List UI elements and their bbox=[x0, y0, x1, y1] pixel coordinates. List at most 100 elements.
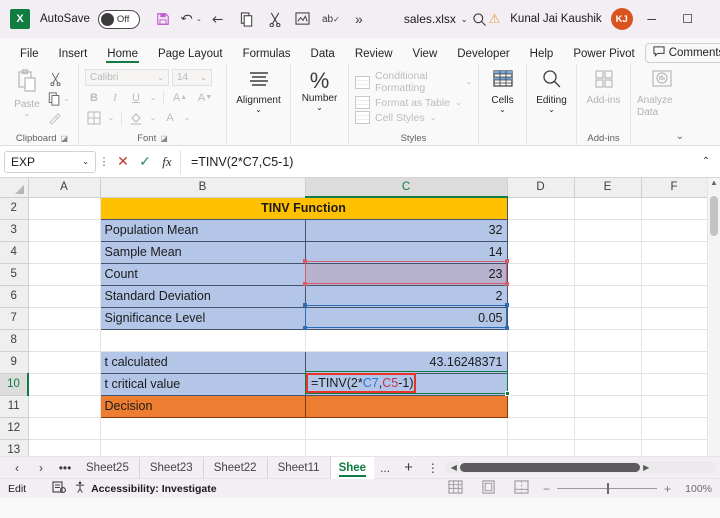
tab-insert[interactable]: Insert bbox=[49, 46, 98, 64]
cell-b7[interactable]: Significance Level bbox=[99, 306, 306, 330]
accessibility-status[interactable]: Accessibility: Investigate bbox=[74, 481, 217, 496]
decrease-font-size-button[interactable]: A ▼ bbox=[194, 89, 216, 106]
cell-b2-title[interactable]: TINV Function bbox=[99, 196, 508, 220]
all-sheets-icon[interactable]: ••• bbox=[54, 461, 76, 475]
undo-icon[interactable]: ⌄ bbox=[178, 6, 204, 32]
cell-d5[interactable] bbox=[507, 263, 575, 286]
addins-button[interactable]: Add-ins bbox=[583, 67, 624, 106]
font-color-button[interactable]: A bbox=[161, 109, 179, 126]
record-macro-icon[interactable] bbox=[52, 481, 67, 496]
borders-button[interactable] bbox=[85, 109, 103, 126]
cell-b10[interactable]: t critical value bbox=[99, 372, 306, 396]
minimize-button[interactable]: ─ bbox=[635, 4, 669, 34]
cell-c6[interactable]: 2 bbox=[304, 284, 508, 308]
row-header-12[interactable]: 12 bbox=[0, 417, 29, 440]
tab-page-layout[interactable]: Page Layout bbox=[148, 46, 233, 64]
sheet-tab-sheet22[interactable]: Sheet22 bbox=[204, 456, 268, 479]
bold-button[interactable]: B bbox=[85, 89, 103, 106]
row-header-6[interactable]: 6 bbox=[0, 285, 29, 308]
underline-chevron-icon[interactable]: ⌄ bbox=[148, 89, 158, 106]
page-break-preview-icon[interactable] bbox=[514, 480, 529, 497]
cut-icon[interactable] bbox=[262, 6, 288, 32]
cell-e5[interactable] bbox=[574, 263, 642, 286]
cell-f6[interactable] bbox=[641, 285, 708, 308]
conditional-formatting-button[interactable]: Conditional Formatting ⌄ bbox=[355, 70, 472, 94]
cell-a12[interactable] bbox=[28, 417, 101, 440]
cancel-icon[interactable]: ✕ bbox=[112, 153, 134, 170]
zoom-slider-knob[interactable] bbox=[606, 483, 609, 494]
row-header-3[interactable]: 3 bbox=[0, 219, 29, 242]
cell-f8[interactable] bbox=[641, 329, 708, 352]
cell-e11[interactable] bbox=[574, 395, 642, 418]
cell-e12[interactable] bbox=[574, 417, 642, 440]
cell-f13[interactable] bbox=[641, 439, 708, 456]
copy-icon[interactable] bbox=[234, 6, 260, 32]
comments-button[interactable]: Comments bbox=[644, 43, 720, 63]
scroll-right-icon[interactable]: ▶ bbox=[640, 463, 652, 472]
sheet-tab-sheet25[interactable]: Sheet25 bbox=[76, 456, 140, 479]
cell-a9[interactable] bbox=[28, 351, 101, 374]
formula-input[interactable]: =TINV(2*C7,C5-1) bbox=[180, 149, 696, 174]
analyze-data-button[interactable]: Analyze Data bbox=[637, 67, 686, 119]
cell-f10[interactable] bbox=[641, 373, 708, 396]
font-name-combo[interactable]: Calibri ⌄ bbox=[85, 69, 169, 86]
cell-d3[interactable] bbox=[507, 219, 575, 242]
select-all-corner[interactable] bbox=[0, 178, 29, 198]
cell-c9[interactable]: 43.16248371 bbox=[304, 350, 508, 374]
zoom-level-label[interactable]: 100% bbox=[678, 483, 712, 495]
cell-a7[interactable] bbox=[28, 307, 101, 330]
tab-formulas[interactable]: Formulas bbox=[233, 46, 301, 64]
save-icon[interactable] bbox=[150, 6, 176, 32]
clipboard-dialog-launcher-icon[interactable]: ◪ bbox=[61, 134, 69, 143]
cell-d4[interactable] bbox=[507, 241, 575, 264]
cell-d6[interactable] bbox=[507, 285, 575, 308]
tab-developer[interactable]: Developer bbox=[447, 46, 519, 64]
row-header-7[interactable]: 7 bbox=[0, 307, 29, 330]
cell-b12[interactable] bbox=[100, 417, 306, 440]
vertical-scroll-thumb[interactable] bbox=[710, 196, 718, 236]
column-header-e[interactable]: E bbox=[574, 178, 642, 198]
row-header-4[interactable]: 4 bbox=[0, 241, 29, 264]
cell-a4[interactable] bbox=[28, 241, 101, 264]
cell-c4[interactable]: 14 bbox=[304, 240, 508, 264]
cell-d12[interactable] bbox=[507, 417, 575, 440]
cell-e9[interactable] bbox=[574, 351, 642, 374]
cell-c7[interactable]: 0.05 bbox=[304, 306, 508, 330]
search-icon[interactable] bbox=[472, 12, 487, 27]
tab-home[interactable]: Home bbox=[97, 46, 148, 64]
cell-d9[interactable] bbox=[507, 351, 575, 374]
cell-a10[interactable] bbox=[28, 373, 101, 396]
horizontal-scroll-thumb[interactable] bbox=[459, 463, 641, 472]
cell-b9[interactable]: t calculated bbox=[99, 350, 306, 374]
autosave-toggle[interactable]: Off bbox=[97, 9, 140, 29]
font-color-chevron-icon[interactable]: ⌄ bbox=[182, 109, 192, 126]
cell-c3[interactable]: 32 bbox=[304, 218, 508, 242]
close-button[interactable]: ✕ bbox=[707, 4, 720, 34]
cell-e6[interactable] bbox=[574, 285, 642, 308]
tab-data[interactable]: Data bbox=[301, 46, 345, 64]
avatar[interactable]: KJ bbox=[610, 8, 633, 30]
underline-button[interactable]: U bbox=[127, 89, 145, 106]
cell-e8[interactable] bbox=[574, 329, 642, 352]
sheet-tabs-menu-icon[interactable]: ⋮ bbox=[421, 461, 445, 475]
cell-f4[interactable] bbox=[641, 241, 708, 264]
insert-function-icon[interactable]: fx bbox=[156, 154, 178, 170]
scroll-left-icon[interactable]: ◀ bbox=[448, 463, 460, 472]
tab-file[interactable]: File bbox=[10, 46, 49, 64]
cell-b6[interactable]: Standard Deviation bbox=[99, 284, 306, 308]
sheet-tab-active[interactable]: Shee bbox=[330, 456, 375, 479]
cell-a3[interactable] bbox=[28, 219, 101, 242]
fill-color-chevron-icon[interactable]: ⌄ bbox=[148, 109, 158, 126]
fill-color-button[interactable] bbox=[127, 109, 145, 126]
column-header-b[interactable]: B bbox=[100, 178, 306, 198]
cell-e3[interactable] bbox=[574, 219, 642, 242]
column-header-f[interactable]: F bbox=[641, 178, 708, 198]
font-size-combo[interactable]: 14 ⌄ bbox=[172, 69, 212, 86]
cell-editor-c10[interactable]: =TINV(2* C7, C5 -1) bbox=[306, 373, 416, 393]
paste-button[interactable]: Paste ⌄ bbox=[12, 67, 42, 118]
cell-f11[interactable] bbox=[641, 395, 708, 418]
formula-bar-expand-icon[interactable]: ⌃ bbox=[696, 156, 716, 167]
spelling-icon[interactable]: ab✓ bbox=[318, 6, 344, 32]
cell-b5[interactable]: Count bbox=[99, 262, 306, 286]
row-header-13[interactable]: 13 bbox=[0, 439, 29, 456]
